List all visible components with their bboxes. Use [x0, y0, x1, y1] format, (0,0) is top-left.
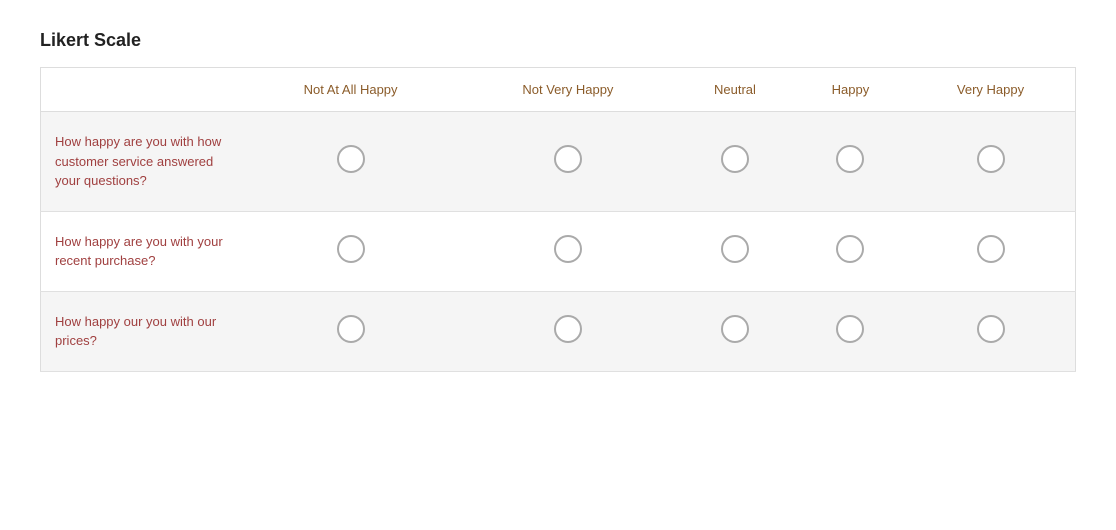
radio-not-at-all-happy-row0[interactable]	[337, 145, 365, 173]
question-cell-1: How happy are you with your recent purch…	[41, 211, 241, 291]
table-header-row: Not At All Happy Not Very Happy Neutral …	[41, 68, 1076, 112]
page-title: Likert Scale	[40, 30, 1076, 51]
radio-cell-row1-col1[interactable]	[461, 211, 676, 291]
table-row: How happy are you with your recent purch…	[41, 211, 1076, 291]
col-header-very-happy: Very Happy	[906, 68, 1075, 112]
radio-not-at-all-happy-row1[interactable]	[337, 235, 365, 263]
radio-cell-row0-col1[interactable]	[461, 112, 676, 212]
radio-cell-row0-col3[interactable]	[795, 112, 906, 212]
radio-not-very-happy-row2[interactable]	[554, 315, 582, 343]
likert-scale-table: Not At All Happy Not Very Happy Neutral …	[40, 67, 1076, 372]
radio-neutral-row1[interactable]	[721, 235, 749, 263]
radio-not-very-happy-row1[interactable]	[554, 235, 582, 263]
radio-cell-row1-col3[interactable]	[795, 211, 906, 291]
question-cell-2: How happy our you with our prices?	[41, 291, 241, 371]
radio-cell-row1-col4[interactable]	[906, 211, 1075, 291]
radio-happy-row2[interactable]	[836, 315, 864, 343]
radio-cell-row2-col0[interactable]	[241, 291, 461, 371]
radio-happy-row0[interactable]	[836, 145, 864, 173]
radio-cell-row2-col2[interactable]	[675, 291, 795, 371]
col-header-question	[41, 68, 241, 112]
radio-happy-row1[interactable]	[836, 235, 864, 263]
col-header-not-very-happy: Not Very Happy	[461, 68, 676, 112]
radio-neutral-row2[interactable]	[721, 315, 749, 343]
radio-neutral-row0[interactable]	[721, 145, 749, 173]
radio-very-happy-row2[interactable]	[977, 315, 1005, 343]
radio-cell-row2-col3[interactable]	[795, 291, 906, 371]
radio-cell-row0-col4[interactable]	[906, 112, 1075, 212]
radio-cell-row1-col2[interactable]	[675, 211, 795, 291]
radio-cell-row2-col4[interactable]	[906, 291, 1075, 371]
col-header-happy: Happy	[795, 68, 906, 112]
radio-very-happy-row1[interactable]	[977, 235, 1005, 263]
radio-cell-row2-col1[interactable]	[461, 291, 676, 371]
radio-not-very-happy-row0[interactable]	[554, 145, 582, 173]
radio-not-at-all-happy-row2[interactable]	[337, 315, 365, 343]
radio-cell-row0-col2[interactable]	[675, 112, 795, 212]
table-row: How happy our you with our prices?	[41, 291, 1076, 371]
radio-very-happy-row0[interactable]	[977, 145, 1005, 173]
question-cell-0: How happy are you with how customer serv…	[41, 112, 241, 212]
radio-cell-row1-col0[interactable]	[241, 211, 461, 291]
col-header-not-at-all-happy: Not At All Happy	[241, 68, 461, 112]
col-header-neutral: Neutral	[675, 68, 795, 112]
radio-cell-row0-col0[interactable]	[241, 112, 461, 212]
table-row: How happy are you with how customer serv…	[41, 112, 1076, 212]
